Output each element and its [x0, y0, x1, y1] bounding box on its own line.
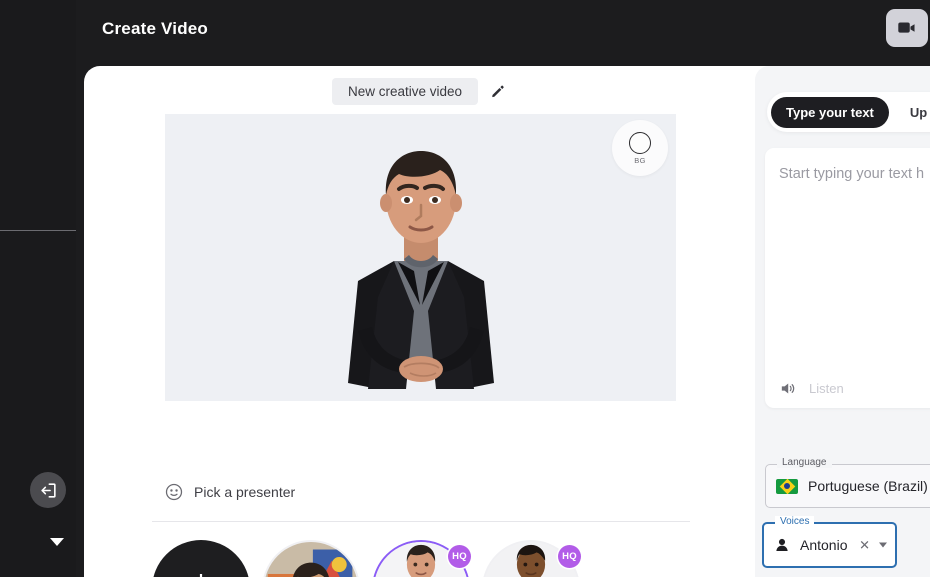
presenter-item-1-wrap: [262, 540, 360, 577]
brazil-flag-icon: [776, 478, 798, 494]
video-title-row: New creative video: [332, 78, 505, 105]
pencil-icon: [492, 85, 504, 98]
app-root: eo ary entation Create Video Ne: [0, 0, 930, 577]
script-tab-bar: Type your text Up: [767, 92, 930, 132]
topbar: Create Video: [76, 0, 930, 64]
presenter-item-1[interactable]: [262, 540, 360, 577]
plus-icon: +: [192, 567, 210, 577]
video-title-chip[interactable]: New creative video: [332, 78, 479, 105]
sidebar-expand-caret-icon[interactable]: [50, 538, 64, 546]
voices-select[interactable]: Voices Antonio ✕: [762, 516, 897, 568]
sidebar-nav: eo ary entation: [0, 120, 76, 325]
sidebar-item-library[interactable]: ary: [0, 190, 76, 226]
edit-title-button[interactable]: [490, 84, 505, 99]
script-panel: Type your text Up Start typing your text…: [755, 66, 930, 577]
voices-value: Antonio: [800, 537, 848, 553]
background-button-label: BG: [634, 155, 646, 165]
voices-legend: Voices: [775, 516, 815, 527]
language-select[interactable]: Language Portuguese (Brazil): [765, 457, 930, 508]
language-value: Portuguese (Brazil): [808, 478, 928, 494]
tab-type-your-text[interactable]: Type your text: [771, 96, 889, 128]
listen-label: Listen: [809, 381, 844, 396]
video-camera-button[interactable]: [886, 9, 928, 47]
language-value-row: Portuguese (Brazil): [776, 478, 928, 494]
sidebar-collapse-button[interactable]: [30, 472, 66, 508]
voices-value-row: Antonio: [774, 537, 847, 553]
face-icon: [165, 483, 183, 501]
presenter-strip: + ADD: [152, 540, 692, 577]
background-button[interactable]: BG: [612, 120, 668, 176]
add-presenter-button[interactable]: + ADD: [152, 540, 250, 577]
section-divider: [152, 521, 690, 522]
sidebar-divider: [0, 230, 76, 231]
add-presenter-wrap: + ADD: [152, 540, 250, 577]
page-title: Create Video: [102, 19, 209, 38]
video-editor-column: New creative video BG Pick a presenter H…: [84, 66, 771, 577]
pick-presenter-label: Pick a presenter: [194, 484, 296, 500]
video-camera-icon: [898, 22, 915, 33]
presenter-item-2-wrap: HQ: [372, 540, 471, 577]
close-icon[interactable]: ✕: [859, 539, 870, 552]
chevron-down-icon[interactable]: [879, 542, 887, 548]
sidebar-item-create-video[interactable]: eo: [0, 120, 76, 156]
presenter-item-3-wrap: HQ: [482, 540, 581, 577]
sidebar: eo ary entation: [0, 0, 76, 577]
main-card: New creative video BG Pick a presenter H…: [84, 66, 930, 577]
listen-button[interactable]: Listen: [779, 380, 844, 397]
presenter-preview-image: [347, 151, 494, 389]
hq-badge: HQ: [558, 545, 581, 568]
circle-icon: [629, 131, 651, 154]
tab-upload-audio[interactable]: Up: [895, 97, 930, 128]
script-textarea-placeholder: Start typing your text h: [779, 166, 925, 182]
speaker-icon: [781, 383, 795, 394]
logout-icon: [40, 482, 56, 498]
person-icon: [776, 538, 788, 551]
language-legend: Language: [777, 457, 832, 468]
video-preview-stage[interactable]: BG: [165, 114, 676, 401]
sidebar-item-documentation[interactable]: entation: [0, 289, 76, 325]
hq-badge: HQ: [448, 545, 471, 568]
voices-controls: ✕: [859, 539, 887, 552]
script-textarea[interactable]: Start typing your text h Listen: [765, 148, 930, 408]
presenter-1-avatar: [264, 542, 358, 577]
pick-presenter-button[interactable]: Pick a presenter: [165, 483, 295, 501]
